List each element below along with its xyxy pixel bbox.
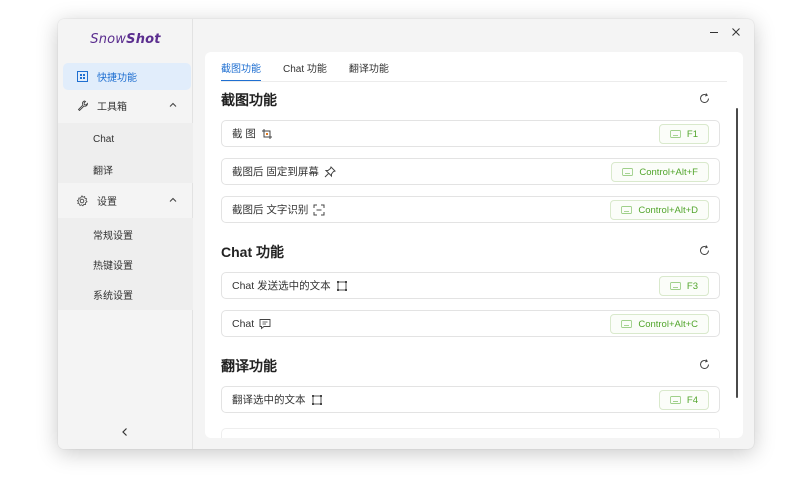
sidebar-item-settings[interactable]: 设置 xyxy=(63,187,191,214)
minimize-icon[interactable] xyxy=(707,25,721,39)
sidebar-item-hotkey-settings[interactable]: 热键设置 xyxy=(63,251,191,277)
shortcut-row-translate-selected: 翻译选中的文本 F4 xyxy=(221,386,720,413)
select-text-icon xyxy=(311,394,323,406)
shortcut-row-screenshot: 截 图 F1 xyxy=(221,120,720,147)
sidebar-item-system-settings[interactable]: 系统设置 xyxy=(63,281,191,307)
crop-icon xyxy=(261,128,273,140)
sidebar: SnowShot 快捷功能 工具箱 Chat 翻译 设置 常规设置 热键设置 系… xyxy=(58,19,193,449)
sidebar-item-label: 设置 xyxy=(97,197,117,208)
shortcut-row-chat: Chat Control+Alt+C xyxy=(221,310,720,337)
chevron-left-icon[interactable] xyxy=(118,425,132,439)
chevron-up-icon xyxy=(167,194,179,206)
refresh-icon[interactable] xyxy=(698,244,711,257)
hotkey-button[interactable]: F4 xyxy=(658,390,709,410)
pin-icon xyxy=(324,165,336,178)
refresh-icon[interactable] xyxy=(698,358,711,371)
app-window: SnowShot 快捷功能 工具箱 Chat 翻译 设置 常规设置 热键设置 系… xyxy=(58,19,754,449)
sidebar-item-label: 快捷功能 xyxy=(97,73,137,84)
gear-icon xyxy=(75,194,89,208)
section-title-screenshot: 截图功能 xyxy=(221,92,277,108)
app-logo: SnowShot xyxy=(90,32,161,47)
wrench-icon xyxy=(75,99,89,113)
tab-divider xyxy=(221,81,727,82)
keyboard-icon xyxy=(621,320,633,328)
shortcut-row-pin-screenshot: 截图后 固定到屏幕 Control+Alt+F xyxy=(221,158,720,185)
list-item xyxy=(221,428,720,438)
hotkey-button[interactable]: Control+Alt+C xyxy=(610,314,709,334)
chevron-up-icon xyxy=(167,99,179,111)
sidebar-item-shortcuts[interactable]: 快捷功能 xyxy=(63,63,191,90)
refresh-icon[interactable] xyxy=(698,92,711,105)
tab-translate[interactable]: 翻译功能 xyxy=(349,60,389,82)
scrollbar-thumb[interactable] xyxy=(736,108,738,398)
tab-chat[interactable]: Chat 功能 xyxy=(283,60,327,82)
keyboard-icon xyxy=(669,130,681,138)
sidebar-item-chat[interactable]: Chat xyxy=(63,126,191,152)
keyboard-icon xyxy=(669,396,681,404)
keyboard-icon xyxy=(669,282,681,290)
shortcut-row-ocr: 截图后 文字识别 Control+Alt+D xyxy=(221,196,720,223)
section-title-chat: Chat 功能 xyxy=(221,244,284,260)
sidebar-item-label: 工具箱 xyxy=(97,102,127,113)
sidebar-item-translate[interactable]: 翻译 xyxy=(63,156,191,182)
sidebar-item-toolbox[interactable]: 工具箱 xyxy=(63,92,191,119)
tab-screenshot[interactable]: 截图功能 xyxy=(221,60,261,82)
tab-bar: 截图功能 Chat 功能 翻译功能 xyxy=(221,60,389,82)
sidebar-item-general-settings[interactable]: 常规设置 xyxy=(63,221,191,247)
shortcut-row-chat-selected: Chat 发送选中的文本 F3 xyxy=(221,272,720,299)
close-icon[interactable] xyxy=(729,25,743,39)
scan-text-icon xyxy=(313,204,325,216)
keyboard-icon xyxy=(622,168,634,176)
select-text-icon xyxy=(336,280,348,292)
hotkey-button[interactable]: Control+Alt+D xyxy=(610,200,709,220)
section-title-translate: 翻译功能 xyxy=(221,358,277,374)
hotkey-button[interactable]: F1 xyxy=(658,124,709,144)
shortcut-grid-icon xyxy=(75,70,89,84)
main-content: 截图功能 Chat 功能 翻译功能 截图功能 截 图 F1 截图后 固定到屏幕 xyxy=(205,52,743,438)
message-icon xyxy=(259,318,271,330)
keyboard-icon xyxy=(621,206,633,214)
hotkey-button[interactable]: F3 xyxy=(658,276,709,296)
hotkey-button[interactable]: Control+Alt+F xyxy=(611,162,709,182)
